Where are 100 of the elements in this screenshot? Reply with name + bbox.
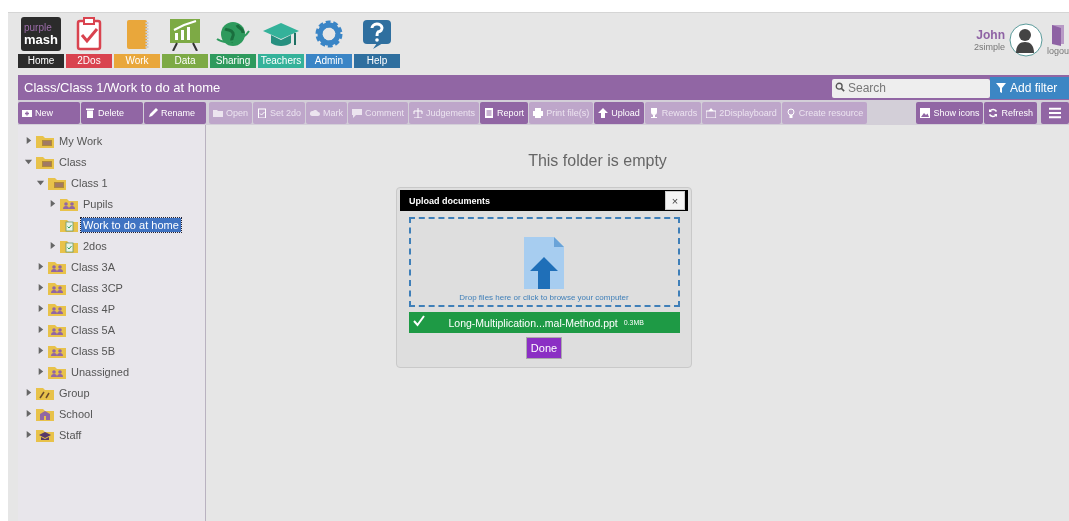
search-icon — [835, 82, 845, 92]
nav-tab[interactable]: Admin — [306, 17, 352, 68]
toolbar-button[interactable]: Rename — [144, 102, 206, 124]
nav-tab[interactable]: Sharing — [210, 17, 256, 68]
speech-bubble-icon — [352, 108, 363, 118]
expand-toggle[interactable] — [48, 241, 57, 250]
toolbar-button[interactable]: Refresh — [984, 102, 1037, 124]
logo-text: mash — [24, 32, 58, 46]
people-folder-icon — [48, 343, 66, 358]
image-icon — [920, 108, 931, 118]
people-folder-icon — [48, 364, 66, 379]
printer-icon — [533, 108, 544, 118]
close-button[interactable]: × — [665, 191, 685, 210]
tree-item[interactable]: 2dos — [81, 238, 109, 253]
logout-button[interactable]: logou — [1047, 24, 1069, 56]
clipboard-folder-icon — [60, 217, 78, 232]
expand-toggle[interactable] — [24, 388, 33, 397]
file-name: Long-Multiplication...mal-Method.ppt — [448, 316, 618, 329]
tree-item[interactable]: Class 5A — [69, 322, 118, 337]
caret-down-icon — [24, 157, 33, 166]
caret-right-icon — [36, 262, 45, 271]
document-icon — [484, 108, 495, 118]
expand-toggle[interactable] — [36, 346, 45, 355]
tree-item[interactable]: My Work — [57, 133, 105, 148]
tree-item[interactable]: Class 3CP — [69, 280, 125, 295]
nav-tab[interactable]: Data — [162, 17, 208, 68]
nav-tab[interactable]: Teachers — [258, 17, 304, 68]
school-folder-icon — [36, 406, 54, 421]
caret-right-icon — [24, 430, 33, 439]
caret-right-icon — [24, 388, 33, 397]
toolbar-button[interactable]: Report — [480, 102, 529, 124]
tree-item[interactable]: Staff — [57, 427, 84, 442]
folder-icon — [36, 154, 54, 169]
trash-icon — [85, 108, 95, 118]
expand-toggle[interactable] — [36, 283, 45, 292]
people-folder-icon — [48, 322, 66, 337]
door-icon — [1050, 24, 1066, 46]
tree-item[interactable]: Unassigned — [69, 364, 132, 379]
caret-right-icon — [24, 409, 33, 418]
caret-right-icon — [48, 199, 57, 208]
drop-zone[interactable]: Drop files here or click to browse your computer — [408, 217, 680, 307]
expand-toggle[interactable] — [36, 262, 45, 271]
tree-item[interactable]: Group — [57, 385, 92, 400]
tools-folder-icon — [36, 385, 54, 400]
caret-right-icon — [36, 346, 45, 355]
tree-item[interactable]: School — [57, 406, 95, 421]
toolbar-button[interactable]: Show icons — [916, 102, 984, 124]
expand-toggle[interactable] — [36, 304, 45, 313]
clipboard-icon — [257, 108, 268, 118]
tree-item[interactable]: Work to do at home — [81, 217, 181, 232]
tree-item[interactable]: Class 5B — [69, 343, 118, 358]
tree-item[interactable]: Pupils — [81, 196, 115, 211]
board-upload-icon — [706, 108, 717, 118]
folder-path: Class/Class 1/Work to do at home — [23, 80, 221, 95]
clipboard-folder-icon — [60, 238, 78, 253]
tree-item[interactable]: Class — [57, 154, 89, 169]
scale-icon — [413, 108, 424, 118]
expand-toggle[interactable] — [24, 157, 33, 166]
people-folder-icon — [48, 280, 66, 295]
tree-item[interactable]: Class 4P — [69, 301, 118, 316]
user-name: John — [976, 28, 1005, 42]
expand-toggle[interactable] — [36, 325, 45, 334]
caret-right-icon — [24, 136, 33, 145]
caret-right-icon — [36, 283, 45, 292]
folder-plus-icon — [22, 108, 32, 118]
expand-toggle[interactable] — [48, 199, 57, 208]
caret-right-icon — [48, 241, 57, 250]
caret-right-icon — [36, 304, 45, 313]
tree-item[interactable]: Class 3A — [69, 259, 118, 274]
menu-icon — [1049, 107, 1061, 119]
cap-folder-icon — [36, 427, 54, 442]
toolbar-button[interactable]: Upload — [594, 102, 644, 124]
people-folder-icon — [48, 301, 66, 316]
people-folder-icon — [60, 196, 78, 211]
people-folder-icon — [48, 259, 66, 274]
filter-icon — [996, 82, 1006, 93]
toolbar-button[interactable]: New — [18, 102, 80, 124]
pencil-icon — [148, 108, 158, 118]
tree-item[interactable]: Class 1 — [69, 175, 110, 190]
nav-tab[interactable]: 2Dos — [66, 17, 112, 68]
add-filter-button[interactable]: Add filter — [990, 76, 1069, 99]
caret-right-icon — [36, 325, 45, 334]
nav-tab[interactable]: Help — [354, 17, 400, 68]
drop-hint: Drop files here or click to browse your computer — [459, 293, 629, 302]
folder-icon — [48, 175, 66, 190]
expand-toggle[interactable] — [36, 367, 45, 376]
expand-toggle[interactable] — [24, 136, 33, 145]
refresh-icon — [988, 108, 999, 118]
empty-folder-message: This folder is empty — [528, 152, 667, 170]
menu-button[interactable] — [1041, 102, 1069, 124]
folder-icon — [213, 108, 223, 118]
search-field[interactable]: Search — [832, 78, 990, 98]
user-avatar — [1009, 23, 1043, 57]
cloud-icon — [310, 108, 321, 118]
expand-toggle[interactable] — [24, 409, 33, 418]
toolbar-button[interactable]: Delete — [81, 102, 143, 124]
upload-arrow-icon — [598, 108, 609, 118]
done-button[interactable]: Done — [525, 337, 563, 359]
expand-toggle[interactable] — [36, 178, 45, 187]
expand-toggle[interactable] — [24, 430, 33, 439]
